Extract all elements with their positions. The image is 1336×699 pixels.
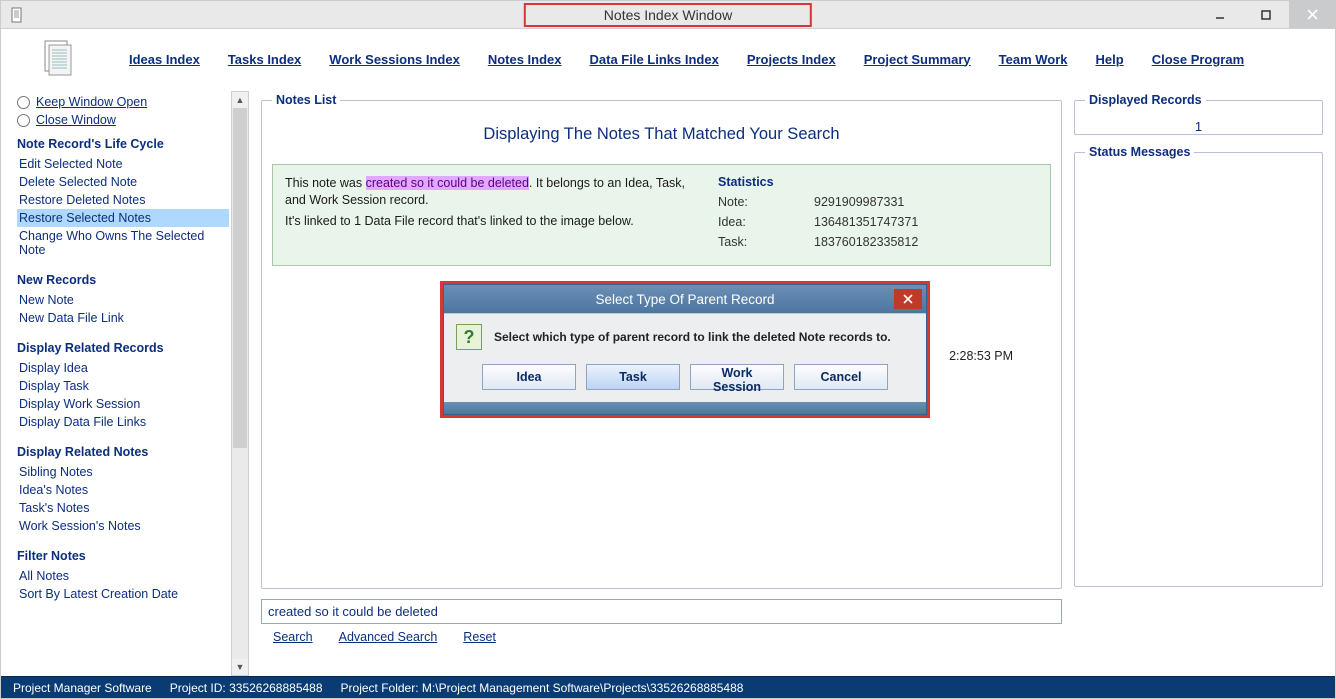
menu-notes-index[interactable]: Notes Index (488, 52, 562, 67)
nav-new-data-file-link[interactable]: New Data File Link (17, 309, 229, 327)
displayed-records-value: 1 (1085, 113, 1312, 136)
status-app-name: Project Manager Software (13, 681, 152, 695)
note-text: This note was created so it could be del… (285, 175, 706, 255)
dialog-titlebar: Select Type Of Parent Record (444, 285, 926, 313)
nav-display-data-file-links[interactable]: Display Data File Links (17, 413, 229, 431)
stat-note-key: Note: (718, 195, 808, 209)
document-pages-icon (41, 39, 75, 79)
statusbar: Project Manager Software Project ID: 335… (1, 676, 1335, 698)
nav-sort-latest-creation[interactable]: Sort By Latest Creation Date (17, 585, 229, 603)
dialog-idea-button[interactable]: Idea (482, 364, 576, 390)
section-new-records: New Records (17, 273, 229, 287)
search-input[interactable] (261, 599, 1062, 624)
stat-task-key: Task: (718, 235, 808, 249)
section-life-cycle: Note Record's Life Cycle (17, 137, 229, 151)
nav-display-work-session[interactable]: Display Work Session (17, 395, 229, 413)
minimize-button[interactable] (1197, 1, 1243, 28)
document-icon (9, 7, 25, 23)
menu-team-work[interactable]: Team Work (999, 52, 1068, 67)
nav-work-sessions-notes[interactable]: Work Session's Notes (17, 517, 229, 535)
maximize-button[interactable] (1243, 1, 1289, 28)
advanced-search-link[interactable]: Advanced Search (339, 630, 438, 644)
left-panel: Keep Window Open Close Window Note Recor… (1, 89, 231, 676)
stat-task-val: 183760182335812 (814, 235, 918, 249)
nav-new-note[interactable]: New Note (17, 291, 229, 309)
reset-link[interactable]: Reset (463, 630, 496, 644)
nav-display-task[interactable]: Display Task (17, 377, 229, 395)
dialog-close-button[interactable] (894, 289, 922, 309)
close-button[interactable] (1289, 1, 1335, 28)
section-filter-notes: Filter Notes (17, 549, 229, 563)
menu-tasks-index[interactable]: Tasks Index (228, 52, 301, 67)
nav-sibling-notes[interactable]: Sibling Notes (17, 463, 229, 481)
trailing-timestamp: 2:28:53 PM (949, 349, 1013, 363)
nav-change-owner[interactable]: Change Who Owns The Selected Note (17, 227, 229, 259)
parent-record-dialog: Select Type Of Parent Record ? Select wh… (443, 284, 927, 415)
notes-list-legend: Notes List (272, 93, 340, 107)
menu-work-sessions-index[interactable]: Work Sessions Index (329, 52, 460, 67)
dialog-cancel-button[interactable]: Cancel (794, 364, 888, 390)
scroll-up-icon[interactable]: ▲ (232, 92, 248, 108)
stat-idea-key: Idea: (718, 215, 808, 229)
menu-projects-index[interactable]: Projects Index (747, 52, 836, 67)
dialog-highlight: Select Type Of Parent Record ? Select wh… (440, 281, 930, 418)
center-panel: Notes List Displaying The Notes That Mat… (253, 89, 1070, 676)
nav-ideas-notes[interactable]: Idea's Notes (17, 481, 229, 499)
main-menu: Ideas Index Tasks Index Work Sessions In… (1, 29, 1335, 89)
dialog-task-button[interactable]: Task (586, 364, 680, 390)
displayed-records-group: Displayed Records 1 (1074, 93, 1323, 135)
status-project-folder: Project Folder: M:\Project Management So… (341, 681, 744, 695)
left-scrollbar[interactable]: ▲ ▼ (231, 89, 253, 676)
menu-project-summary[interactable]: Project Summary (864, 52, 971, 67)
window-title: Notes Index Window (524, 3, 812, 27)
nav-delete-selected-note[interactable]: Delete Selected Note (17, 173, 229, 191)
search-area: Search Advanced Search Reset (261, 599, 1062, 644)
menu-help[interactable]: Help (1096, 52, 1124, 67)
section-display-related-records: Display Related Records (17, 341, 229, 355)
nav-restore-selected-notes[interactable]: Restore Selected Notes (17, 209, 229, 227)
stat-note-val: 9291909987331 (814, 195, 904, 209)
window-buttons (1197, 1, 1335, 28)
titlebar: Notes Index Window (1, 1, 1335, 29)
displayed-records-legend: Displayed Records (1085, 93, 1206, 107)
status-messages-group: Status Messages (1074, 145, 1323, 587)
stats-heading: Statistics (718, 175, 1038, 189)
menu-ideas-index[interactable]: Ideas Index (129, 52, 200, 67)
dialog-message: Select which type of parent record to li… (494, 330, 891, 344)
stat-idea-val: 136481351747371 (814, 215, 918, 229)
nav-restore-deleted-notes[interactable]: Restore Deleted Notes (17, 191, 229, 209)
keep-window-open-radio[interactable]: Keep Window Open (17, 95, 229, 109)
status-messages-legend: Status Messages (1085, 145, 1194, 159)
nav-all-notes[interactable]: All Notes (17, 567, 229, 585)
note-stats: Statistics Note: 9291909987331 Idea: 13648… (718, 175, 1038, 255)
dialog-title: Select Type Of Parent Record (595, 292, 774, 307)
close-window-radio[interactable]: Close Window (17, 113, 229, 127)
nav-edit-selected-note[interactable]: Edit Selected Note (17, 155, 229, 173)
note-card[interactable]: This note was created so it could be del… (272, 164, 1051, 266)
scroll-down-icon[interactable]: ▼ (232, 659, 248, 675)
status-project-id: Project ID: 33526268885488 (170, 681, 323, 695)
list-title: Displaying The Notes That Matched Your S… (272, 125, 1051, 144)
question-icon: ? (456, 324, 482, 350)
dialog-work-session-button[interactable]: Work Session (690, 364, 784, 390)
menu-close-program[interactable]: Close Program (1152, 52, 1244, 67)
client-area: Ideas Index Tasks Index Work Sessions In… (1, 29, 1335, 698)
notes-list-group: Notes List Displaying The Notes That Mat… (261, 93, 1062, 589)
app-window: Notes Index Window Ideas Index Tasks Ind… (0, 0, 1336, 699)
nav-display-idea[interactable]: Display Idea (17, 359, 229, 377)
menu-data-file-links-index[interactable]: Data File Links Index (590, 52, 719, 67)
section-display-related-notes: Display Related Notes (17, 445, 229, 459)
search-link[interactable]: Search (273, 630, 313, 644)
nav-tasks-notes[interactable]: Task's Notes (17, 499, 229, 517)
note-highlight: created so it could be deleted (366, 176, 529, 190)
right-panel: Displayed Records 1 Status Messages (1070, 89, 1335, 676)
